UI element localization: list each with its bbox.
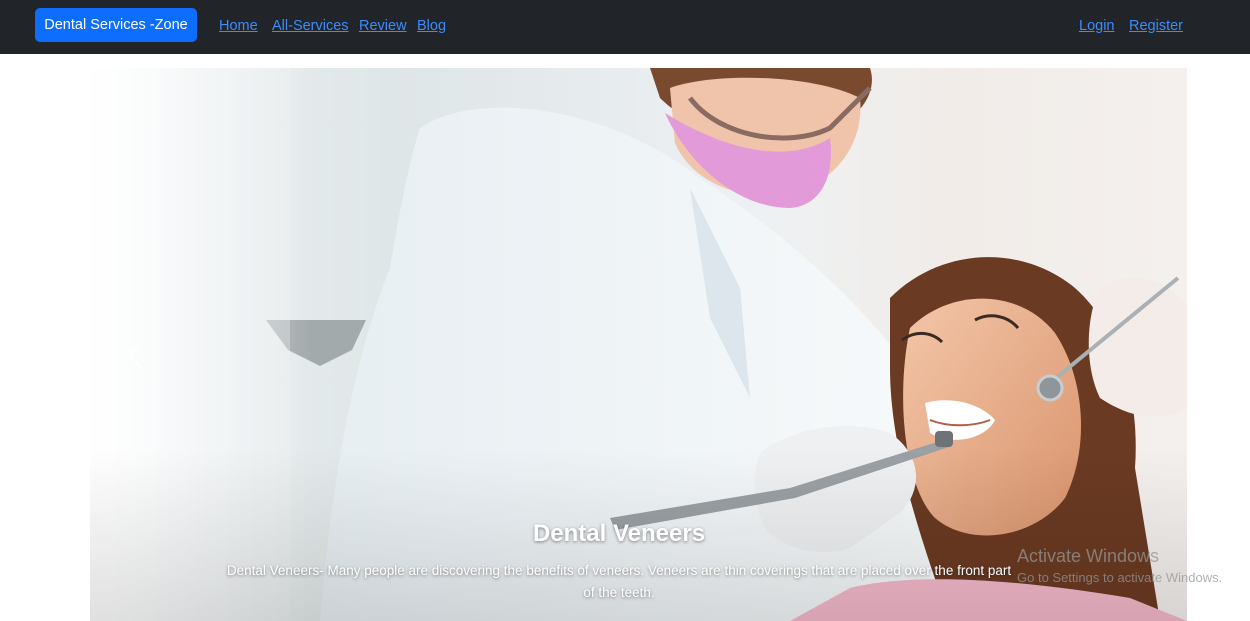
nav-link-register[interactable]: Register bbox=[1129, 17, 1183, 35]
carousel-caption: Dental Veneers Dental Veneers- Many peop… bbox=[220, 516, 1018, 604]
hero-carousel: Dental Veneers Dental Veneers- Many peop… bbox=[90, 68, 1187, 621]
nav-link-review[interactable]: Review bbox=[359, 17, 407, 35]
top-navbar: Dental Services -Zone Home All-Services … bbox=[0, 0, 1250, 54]
nav-link-all-services[interactable]: All-Services bbox=[272, 17, 349, 35]
brand-button[interactable]: Dental Services -Zone bbox=[35, 8, 197, 42]
watermark-title: Activate Windows bbox=[1017, 546, 1160, 566]
slide-title: Dental Veneers bbox=[532, 520, 706, 547]
slide-description: Dental Veneers- Many people are discover… bbox=[226, 563, 1012, 600]
watermark-subtitle: Go to Settings to activate Windows. bbox=[1017, 570, 1223, 585]
nav-link-home[interactable]: Home bbox=[219, 17, 258, 35]
nav-link-login[interactable]: Login bbox=[1079, 17, 1114, 35]
windows-activation-watermark: Activate Windows Go to Settings to activ… bbox=[1017, 544, 1250, 588]
nav-link-blog[interactable]: Blog bbox=[417, 17, 446, 35]
chevron-left-icon[interactable] bbox=[126, 340, 146, 370]
